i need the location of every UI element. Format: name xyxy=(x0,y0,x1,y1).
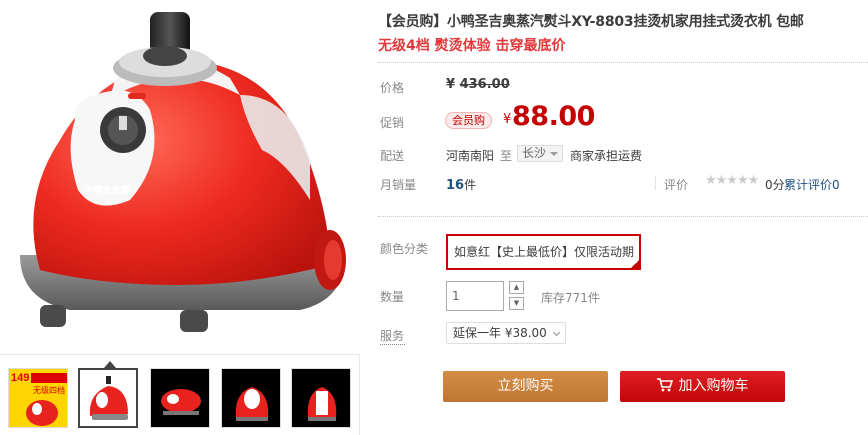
service-option: 延保一年 ¥38.00 xyxy=(453,326,547,340)
cart-icon xyxy=(656,377,673,391)
service-label-underline xyxy=(380,344,405,345)
promo-currency: ¥ xyxy=(503,112,512,127)
price-label: 价格 xyxy=(380,81,405,95)
sales-label: 月销量 xyxy=(380,178,417,192)
service-label: 服务 xyxy=(380,329,405,343)
chevron-down-icon xyxy=(552,328,561,337)
thumbnail-2[interactable] xyxy=(78,368,138,428)
thumbnail-pointer xyxy=(104,361,116,368)
main-product-image[interactable]: 小鸭圣吉奥 xyxy=(0,0,360,355)
destination-select[interactable]: 长沙 xyxy=(517,145,563,162)
buy-now-button[interactable]: 立刻购买 xyxy=(443,371,608,402)
quantity-decrease-button[interactable]: ▼ xyxy=(509,297,524,310)
caret-down-icon xyxy=(550,152,558,156)
product-subtitle: 无级4档 熨烫体验 击穿最底价 xyxy=(378,38,566,54)
review-count-link[interactable]: 累计评价0 xyxy=(784,176,840,193)
thumbnail-5[interactable] xyxy=(291,368,351,428)
sales-value: 16件 xyxy=(446,176,476,193)
svg-text:149: 149 xyxy=(11,372,29,384)
destination-value: 长沙 xyxy=(522,146,547,160)
shipping-fee: 商家承担运费 xyxy=(570,149,643,163)
ship-to-label: 至 xyxy=(500,149,513,163)
rating-score: 0分 xyxy=(765,178,785,192)
original-price-value: 436.00 xyxy=(459,77,510,92)
promo-price: 88.00 xyxy=(512,101,595,132)
thumbnail-3[interactable] xyxy=(150,368,210,428)
star-icon: ★★★★★ xyxy=(705,173,759,188)
original-price: ¥ 436.00 xyxy=(446,77,510,92)
color-label: 颜色分类 xyxy=(380,242,429,256)
brand-mark: 小鸭圣吉奥 xyxy=(84,184,131,195)
svg-text:无级四档: 无级四档 xyxy=(33,385,65,395)
check-icon xyxy=(629,258,639,268)
steamer-illustration: 小鸭圣吉奥 xyxy=(20,12,346,332)
stock-count: 库存771件 xyxy=(541,291,600,305)
quantity-increase-button[interactable]: ▲ xyxy=(509,281,524,294)
product-title: 【会员购】小鸭圣吉奥蒸汽熨斗XY-8803挂烫机家用挂式烫衣机 包邮 xyxy=(378,14,804,30)
sales-unit: 件 xyxy=(464,178,477,192)
service-select[interactable]: 延保一年 ¥38.00 xyxy=(446,322,566,344)
thumbnail-2-image xyxy=(80,370,136,426)
sales-count: 16 xyxy=(446,178,465,193)
add-to-cart-label: 加入购物车 xyxy=(678,378,749,394)
thumbnail-4-image xyxy=(222,369,280,427)
color-option-selected[interactable]: 如意红【史上最低价】仅限活动期 xyxy=(446,234,641,270)
quantity-label: 数量 xyxy=(380,290,405,304)
thumbnail-4[interactable] xyxy=(221,368,281,428)
color-option-label: 如意红【史上最低价】仅限活动期 xyxy=(454,245,635,259)
product-gallery: 小鸭圣吉奥 149 无级四档 xyxy=(0,0,360,435)
thumbnail-1-image: 149 无级四档 xyxy=(9,369,67,427)
rating-label: 评价 xyxy=(664,178,689,192)
divider xyxy=(378,62,868,63)
divider xyxy=(378,216,868,217)
shipping-label: 配送 xyxy=(380,149,405,163)
quantity-input[interactable]: 1 xyxy=(446,281,504,311)
thumbnail-1[interactable]: 149 无级四档 xyxy=(8,368,68,428)
ship-from: 河南南阳 xyxy=(446,149,495,163)
thumbnail-3-image xyxy=(151,369,209,427)
thumbnail-5-image xyxy=(292,369,350,427)
original-price-currency: ¥ xyxy=(446,77,456,92)
promo-label: 促销 xyxy=(380,116,405,130)
divider xyxy=(655,176,656,190)
add-to-cart-button[interactable]: 加入购物车 xyxy=(620,371,785,402)
thumbnail-strip: 149 无级四档 xyxy=(8,368,358,430)
member-tag: 会员购 xyxy=(445,112,492,129)
